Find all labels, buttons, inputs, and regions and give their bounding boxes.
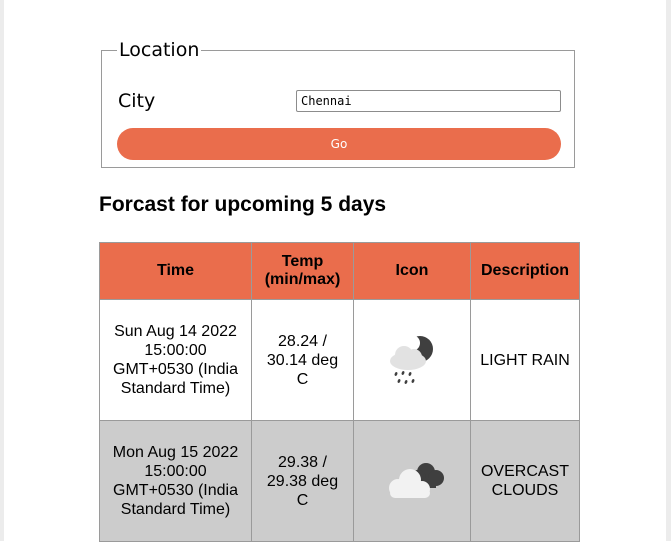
temp-line: 28.24 / <box>278 332 327 350</box>
time-line: Sun Aug 14 2022 <box>114 323 237 340</box>
time-line: 15:00:00 <box>144 342 207 359</box>
time-cell: Mon Aug 15 2022 15:00:00 GMT+0530 (India… <box>99 420 252 542</box>
time-line: Mon Aug 15 2022 <box>112 444 239 461</box>
icon-cell <box>353 420 471 542</box>
temp-line: C <box>296 491 309 509</box>
forecast-table: Time Temp (min/max) Icon Description Sun… <box>99 242 580 542</box>
table-row: Sun Aug 14 2022 15:00:00 GMT+0530 (India… <box>99 299 580 421</box>
time-line: Standard Time) <box>120 380 231 397</box>
time-line: Standard Time) <box>120 501 231 518</box>
temp-line: 29.38 / <box>278 453 327 471</box>
time-line: 15:00:00 <box>144 463 207 480</box>
header-temp-unit: (min/max) <box>264 271 341 288</box>
weather-app: Location City Go Forcast for upcoming 5 … <box>0 0 671 542</box>
temp-line: C <box>296 370 309 388</box>
description-cell: LIGHT RAIN <box>470 299 580 421</box>
header-time: Time <box>99 242 252 300</box>
time-cell: Sun Aug 14 2022 15:00:00 GMT+0530 (India… <box>99 299 252 421</box>
overcast-clouds-icon <box>389 463 444 498</box>
location-legend: Location <box>119 39 200 61</box>
temp-line: 29.38 deg <box>266 472 339 490</box>
temp-cell: 28.24 / 30.14 deg C <box>251 299 354 421</box>
city-label: City <box>118 90 156 112</box>
forecast-title: Forcast for upcoming 5 days <box>99 193 387 216</box>
description-cell: OVERCAST CLOUDS <box>470 420 580 542</box>
time-line: GMT+0530 (India <box>113 361 238 378</box>
table-row: Mon Aug 15 2022 15:00:00 GMT+0530 (India… <box>99 420 580 542</box>
city-input[interactable] <box>296 90 561 112</box>
description-line: OVERCAST <box>480 463 569 480</box>
icon-cell <box>353 299 471 421</box>
cloud-rain-night-icon <box>390 335 433 384</box>
temp-cell: 29.38 / 29.38 deg C <box>251 420 354 542</box>
location-fieldset: Location City Go <box>101 40 575 168</box>
header-temp-label: Temp <box>281 253 324 270</box>
time-line: GMT+0530 (India <box>113 482 238 499</box>
forecast-header-row: Time Temp (min/max) Icon Description <box>99 242 580 300</box>
header-icon: Icon <box>353 242 471 300</box>
header-temp: Temp (min/max) <box>251 242 354 300</box>
temp-line: 30.14 deg <box>266 351 339 369</box>
go-button[interactable]: Go <box>117 128 561 160</box>
description-line: CLOUDS <box>491 482 559 499</box>
header-description: Description <box>470 242 580 300</box>
